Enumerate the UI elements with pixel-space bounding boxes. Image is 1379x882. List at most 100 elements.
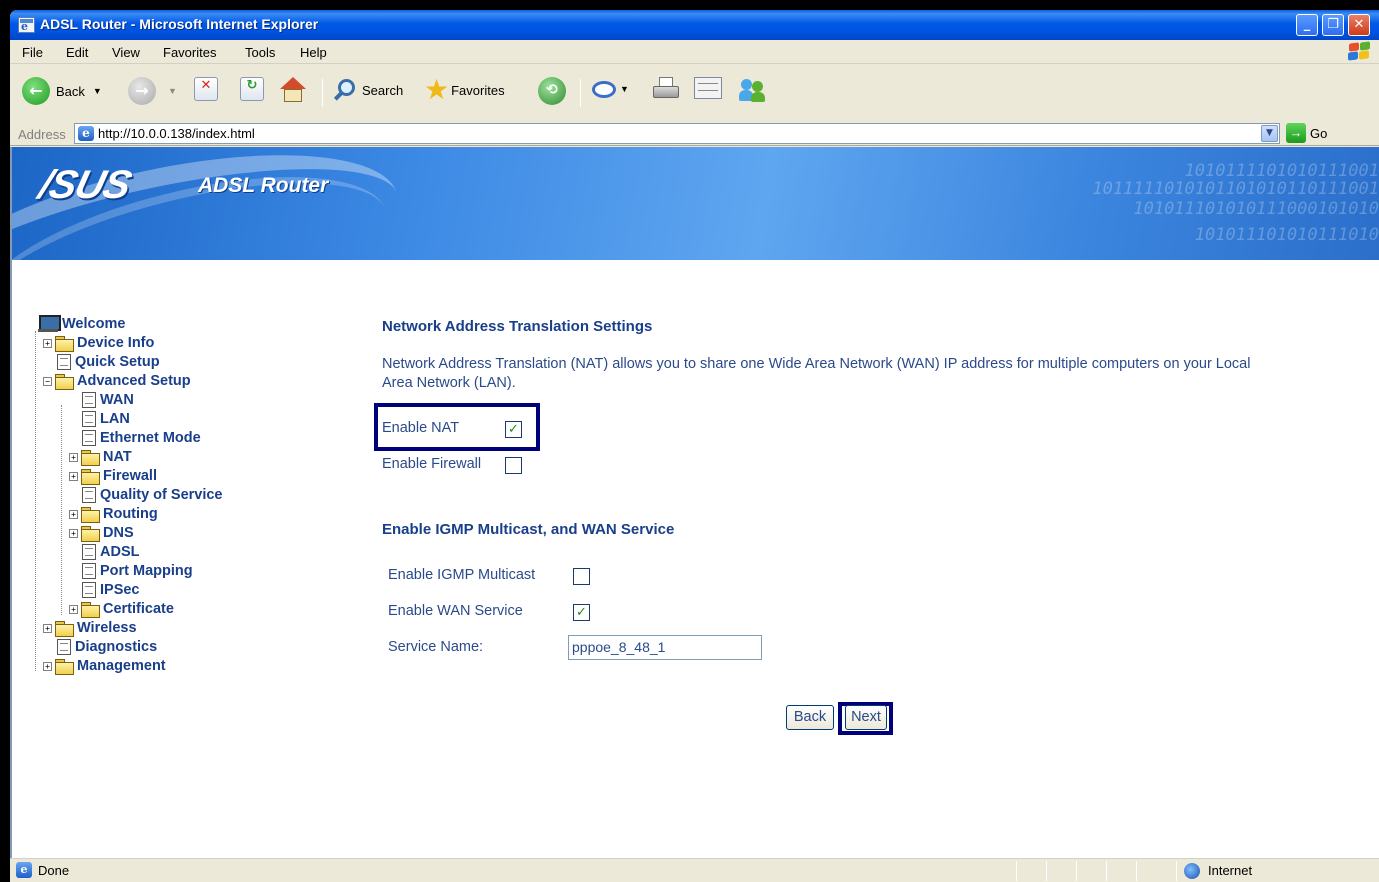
tree-quality-of-service[interactable]: Quality of Service [79, 486, 223, 504]
tree-ethernet-mode[interactable]: Ethernet Mode [79, 429, 201, 447]
igmp-section-title: Enable IGMP Multicast, and WAN Service [382, 521, 675, 538]
back-form-button[interactable]: Back [786, 705, 834, 730]
tree-ipsec[interactable]: IPSec [79, 581, 140, 599]
history-button[interactable]: ⟲ [538, 77, 566, 105]
service-name-input[interactable]: pppoe_8_48_1 [568, 635, 762, 660]
enable-wan-service-checkbox[interactable]: ✓ [573, 604, 590, 621]
windows-logo-icon [1347, 41, 1371, 62]
folder-icon [80, 525, 100, 542]
expand-icon[interactable]: + [43, 338, 52, 348]
menu-view[interactable]: View [112, 45, 140, 60]
refresh-button[interactable]: ↻ [240, 77, 264, 101]
service-name-label: Service Name: [388, 639, 484, 655]
ie-page-icon: e [18, 17, 35, 33]
edit-icon [694, 77, 722, 99]
forward-button[interactable]: → ▼ [128, 77, 177, 105]
expand-icon[interactable]: + [69, 509, 78, 519]
page-icon [82, 392, 96, 408]
tree-wan[interactable]: WAN [79, 391, 134, 409]
menu-favorites[interactable]: Favorites [163, 45, 216, 60]
menu-edit[interactable]: Edit [66, 45, 88, 60]
enable-firewall-label: Enable Firewall [382, 456, 482, 472]
forward-dropdown-icon[interactable]: ▼ [168, 86, 177, 96]
tree-device-info[interactable]: + Device Info [43, 334, 154, 352]
mail-dropdown-icon[interactable]: ▼ [620, 84, 629, 94]
toolbar: ← Back ▼ → ▼ ✕ ↻ Search ★ Favorites ⟲ ▼ [10, 65, 1379, 127]
favorites-label: Favorites [451, 82, 505, 98]
folder-icon [54, 658, 74, 675]
expand-icon[interactable]: + [69, 471, 78, 481]
enable-igmp-checkbox[interactable] [573, 568, 590, 585]
favorites-button[interactable]: ★ Favorites [424, 76, 505, 104]
stop-icon: ✕ [194, 77, 218, 101]
back-label: Back [56, 83, 85, 99]
go-arrow-icon: → [1286, 123, 1306, 143]
expand-icon[interactable]: + [69, 604, 78, 614]
tree-management[interactable]: + Management [43, 657, 166, 675]
expand-icon[interactable]: + [69, 528, 78, 538]
enable-nat-checkbox[interactable]: ✓ [505, 421, 522, 438]
tree-port-mapping[interactable]: Port Mapping [79, 562, 193, 580]
forward-arrow-icon: → [128, 77, 156, 105]
history-icon: ⟲ [538, 77, 566, 105]
folder-icon [54, 620, 74, 637]
home-icon [278, 77, 306, 103]
back-button[interactable]: ← Back ▼ [22, 77, 102, 105]
tree-welcome[interactable]: Welcome [38, 315, 125, 333]
expand-icon[interactable]: + [43, 661, 52, 671]
enable-firewall-checkbox[interactable] [505, 457, 522, 474]
folder-icon [80, 468, 100, 485]
mail-button[interactable]: ▼ [590, 77, 629, 101]
go-button[interactable]: → Go [1286, 123, 1327, 143]
ie-window: e ADSL Router - Microsoft Internet Explo… [10, 10, 1379, 882]
search-button[interactable]: Search [332, 77, 403, 103]
folder-icon [80, 601, 100, 618]
expand-icon[interactable]: + [43, 623, 52, 633]
enable-igmp-label: Enable IGMP Multicast [388, 567, 536, 583]
page-icon: e [78, 126, 94, 141]
tree-nat[interactable]: + NAT [69, 448, 132, 466]
print-button[interactable] [652, 77, 680, 103]
tree-certificate[interactable]: + Certificate [69, 600, 174, 618]
tree-wireless[interactable]: + Wireless [43, 619, 137, 637]
folder-icon [80, 449, 100, 466]
refresh-icon: ↻ [240, 77, 264, 101]
folder-icon [80, 506, 100, 523]
restore-button[interactable]: ❐ [1322, 14, 1344, 36]
collapse-icon[interactable]: − [43, 376, 52, 386]
tree-advanced-setup[interactable]: − Advanced Setup [43, 372, 191, 390]
tree-diagnostics[interactable]: Diagnostics [54, 638, 157, 656]
back-arrow-icon: ← [22, 77, 50, 105]
enable-wan-service-label: Enable WAN Service [388, 603, 523, 619]
tree-routing[interactable]: + Routing [69, 505, 158, 523]
home-button[interactable] [278, 77, 306, 103]
next-button[interactable]: Next [845, 705, 887, 730]
folder-icon [54, 335, 74, 352]
menu-help[interactable]: Help [300, 45, 327, 60]
tree-adsl[interactable]: ADSL [79, 543, 139, 561]
expand-icon[interactable]: + [69, 452, 78, 462]
close-button[interactable]: ✕ [1348, 14, 1370, 36]
edit-button[interactable] [694, 77, 722, 99]
menu-file[interactable]: File [22, 45, 43, 60]
messenger-button[interactable] [738, 77, 770, 103]
address-url: http://10.0.0.138/index.html [98, 126, 255, 141]
tree-firewall[interactable]: + Firewall [69, 467, 157, 485]
page-icon [82, 487, 96, 503]
page-content: 1010111101010111001 10111110101011010101… [10, 147, 1379, 858]
address-input[interactable]: e http://10.0.0.138/index.html ▼ [74, 123, 1280, 144]
minimize-button[interactable]: _ [1296, 14, 1318, 36]
page-icon [82, 430, 96, 446]
address-dropdown-icon[interactable]: ▼ [1261, 125, 1278, 142]
menu-tools[interactable]: Tools [245, 45, 275, 60]
back-dropdown-icon[interactable]: ▼ [93, 86, 102, 96]
stop-button[interactable]: ✕ [194, 77, 218, 101]
page-icon [57, 639, 71, 655]
tree-dns[interactable]: + DNS [69, 524, 134, 542]
search-label: Search [362, 82, 404, 98]
tree-quick-setup[interactable]: Quick Setup [54, 353, 160, 371]
tree-lan[interactable]: LAN [79, 410, 130, 428]
asus-banner: 1010111101010111001 10111110101011010101… [12, 147, 1379, 260]
open-folder-icon [54, 373, 74, 390]
address-label: Address [18, 127, 66, 142]
